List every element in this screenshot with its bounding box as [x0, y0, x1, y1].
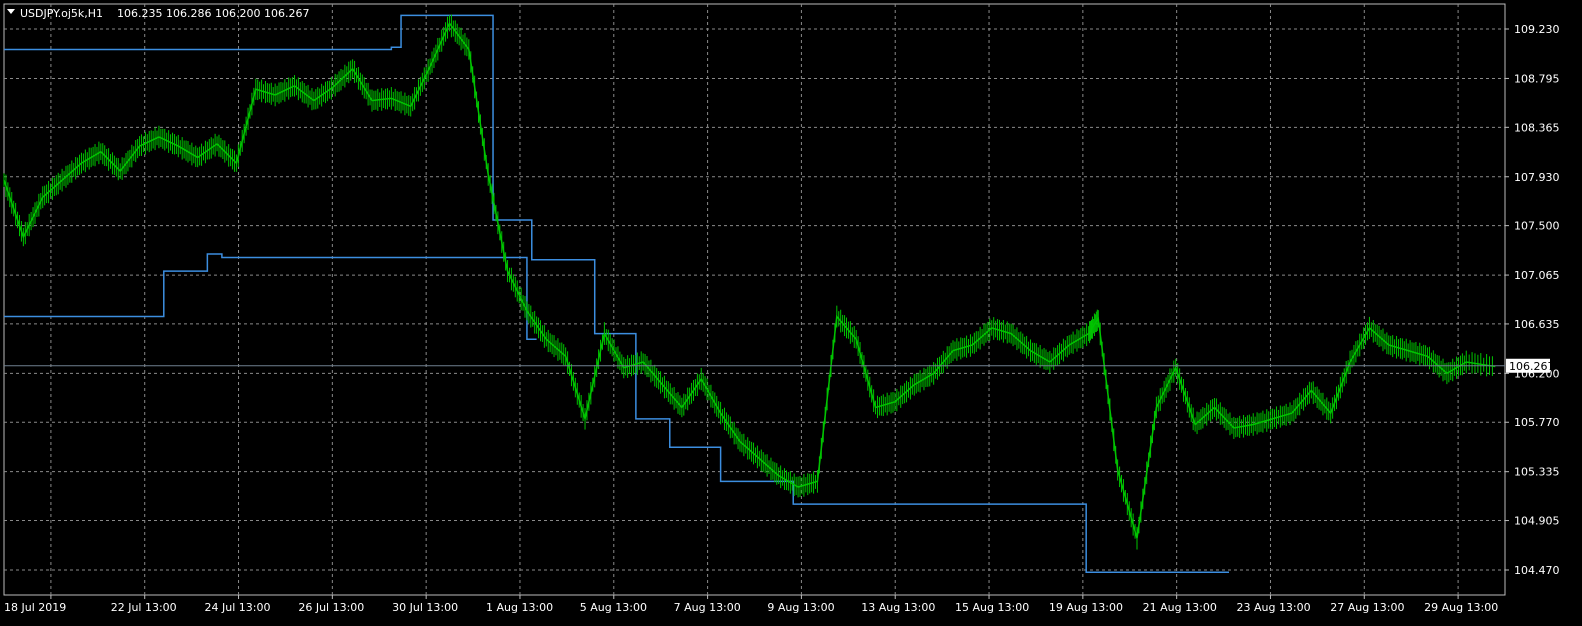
- time-tick-label: 23 Aug 13:00: [1236, 601, 1310, 614]
- time-tick-label: 15 Aug 13:00: [955, 601, 1029, 614]
- price-tick-label: 107.500: [1514, 220, 1560, 233]
- price-chart-window[interactable]: 109.230 108.795 108.365 107.930 107.500 107.0…: [0, 0, 1582, 622]
- price-tick-label: 104.470: [1514, 564, 1560, 577]
- symbol-label[interactable]: USDJPY.oj5k,H1: [20, 7, 103, 20]
- chart-canvas[interactable]: 109.230 108.795 108.365 107.930 107.500 107.0…: [0, 0, 1582, 622]
- chart-background: [0, 0, 1582, 622]
- time-tick-label: 5 Aug 13:00: [580, 601, 647, 614]
- chart-header[interactable]: USDJPY.oj5k,H1 106.235 106.286 106.200 1…: [7, 7, 309, 20]
- time-tick-label: 21 Aug 13:00: [1143, 601, 1217, 614]
- time-tick-label: 19 Aug 13:00: [1049, 601, 1123, 614]
- price-tick-label: 105.770: [1514, 416, 1560, 429]
- time-tick-label: 13 Aug 13:00: [861, 601, 935, 614]
- price-tick-label: 107.930: [1514, 171, 1560, 184]
- time-tick-label: 1 Aug 13:00: [486, 601, 553, 614]
- price-tick-label: 105.335: [1514, 466, 1560, 479]
- ohlc-readout: 106.235 106.286 106.200 106.267: [117, 7, 309, 20]
- price-tick-label: 108.365: [1514, 121, 1560, 134]
- time-tick-label: 26 Jul 13:00: [298, 601, 364, 614]
- current-price-label: 106.267: [1509, 360, 1555, 373]
- time-tick-label: 24 Jul 13:00: [205, 601, 271, 614]
- time-tick-label: 7 Aug 13:00: [674, 601, 741, 614]
- time-tick-label: 30 Jul 13:00: [392, 601, 458, 614]
- time-tick-label: 22 Jul 13:00: [111, 601, 177, 614]
- price-tick-label: 107.065: [1514, 269, 1560, 282]
- price-tick-label: 109.230: [1514, 23, 1560, 36]
- time-tick-label: 27 Aug 13:00: [1330, 601, 1404, 614]
- price-tick-label: 106.635: [1514, 318, 1560, 331]
- price-tick-label: 108.795: [1514, 72, 1560, 85]
- time-tick-label: 18 Jul 2019: [4, 601, 66, 614]
- price-tick-label: 104.905: [1514, 515, 1560, 528]
- time-tick-label: 29 Aug 13:00: [1424, 601, 1498, 614]
- time-tick-label: 9 Aug 13:00: [767, 601, 834, 614]
